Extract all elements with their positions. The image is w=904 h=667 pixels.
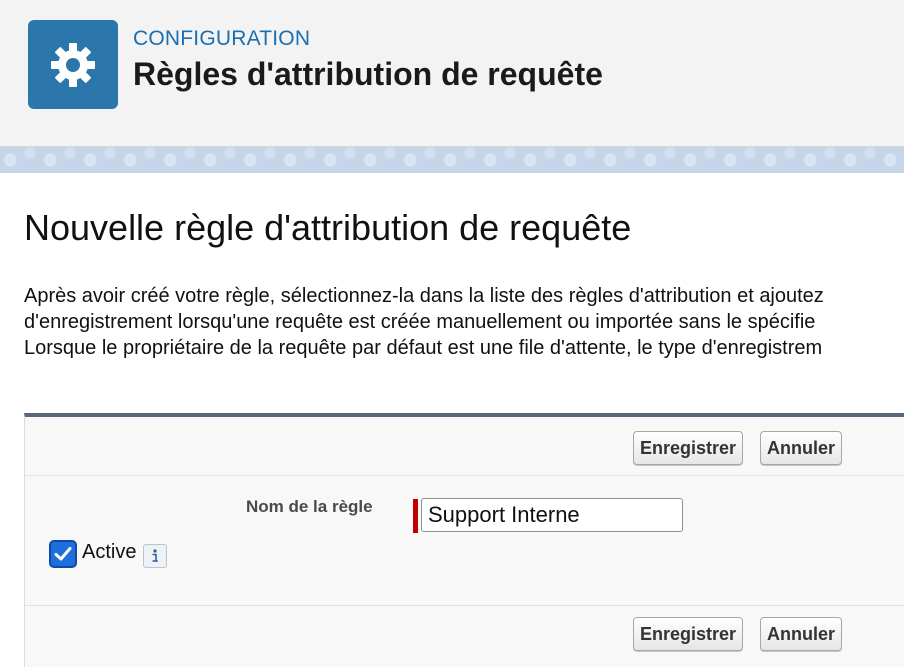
page-title: Règles d'attribution de requête xyxy=(133,56,603,92)
checkmark-icon xyxy=(54,547,72,561)
intro-line: Lorsque le propriétaire de la requête pa… xyxy=(24,337,823,359)
save-button[interactable]: Enregistrer xyxy=(633,617,744,651)
rule-name-label: Nom de la règle xyxy=(246,497,373,516)
edit-panel: Enregistrer Annuler Nom de la règle Acti… xyxy=(24,413,904,667)
decorative-band xyxy=(0,147,904,173)
bottom-button-row: Enregistrer Annuler xyxy=(25,605,904,664)
intro-line: Après avoir créé votre règle, sélectionn… xyxy=(24,285,824,307)
save-button[interactable]: Enregistrer xyxy=(633,431,744,465)
info-icon[interactable] xyxy=(143,544,167,568)
cancel-button[interactable]: Annuler xyxy=(760,617,843,651)
intro-line: d'enregistrement lorsqu'une requête est … xyxy=(24,311,816,333)
cancel-button[interactable]: Annuler xyxy=(760,431,843,465)
intro-text: Après avoir créé votre règle, sélectionn… xyxy=(24,283,904,361)
rule-name-input[interactable] xyxy=(421,498,683,532)
top-button-row: Enregistrer Annuler xyxy=(25,417,904,476)
main-content: Nouvelle règle d'attribution de requête … xyxy=(0,173,904,667)
page-heading: Nouvelle règle d'attribution de requête xyxy=(24,207,632,248)
required-indicator xyxy=(413,499,418,533)
setup-header: CONFIGURATION Règles d'attribution de re… xyxy=(0,0,904,147)
active-label: Active xyxy=(82,541,137,563)
gear-icon xyxy=(28,20,118,109)
active-checkbox[interactable] xyxy=(49,540,77,568)
setup-eyebrow: CONFIGURATION xyxy=(133,27,311,50)
